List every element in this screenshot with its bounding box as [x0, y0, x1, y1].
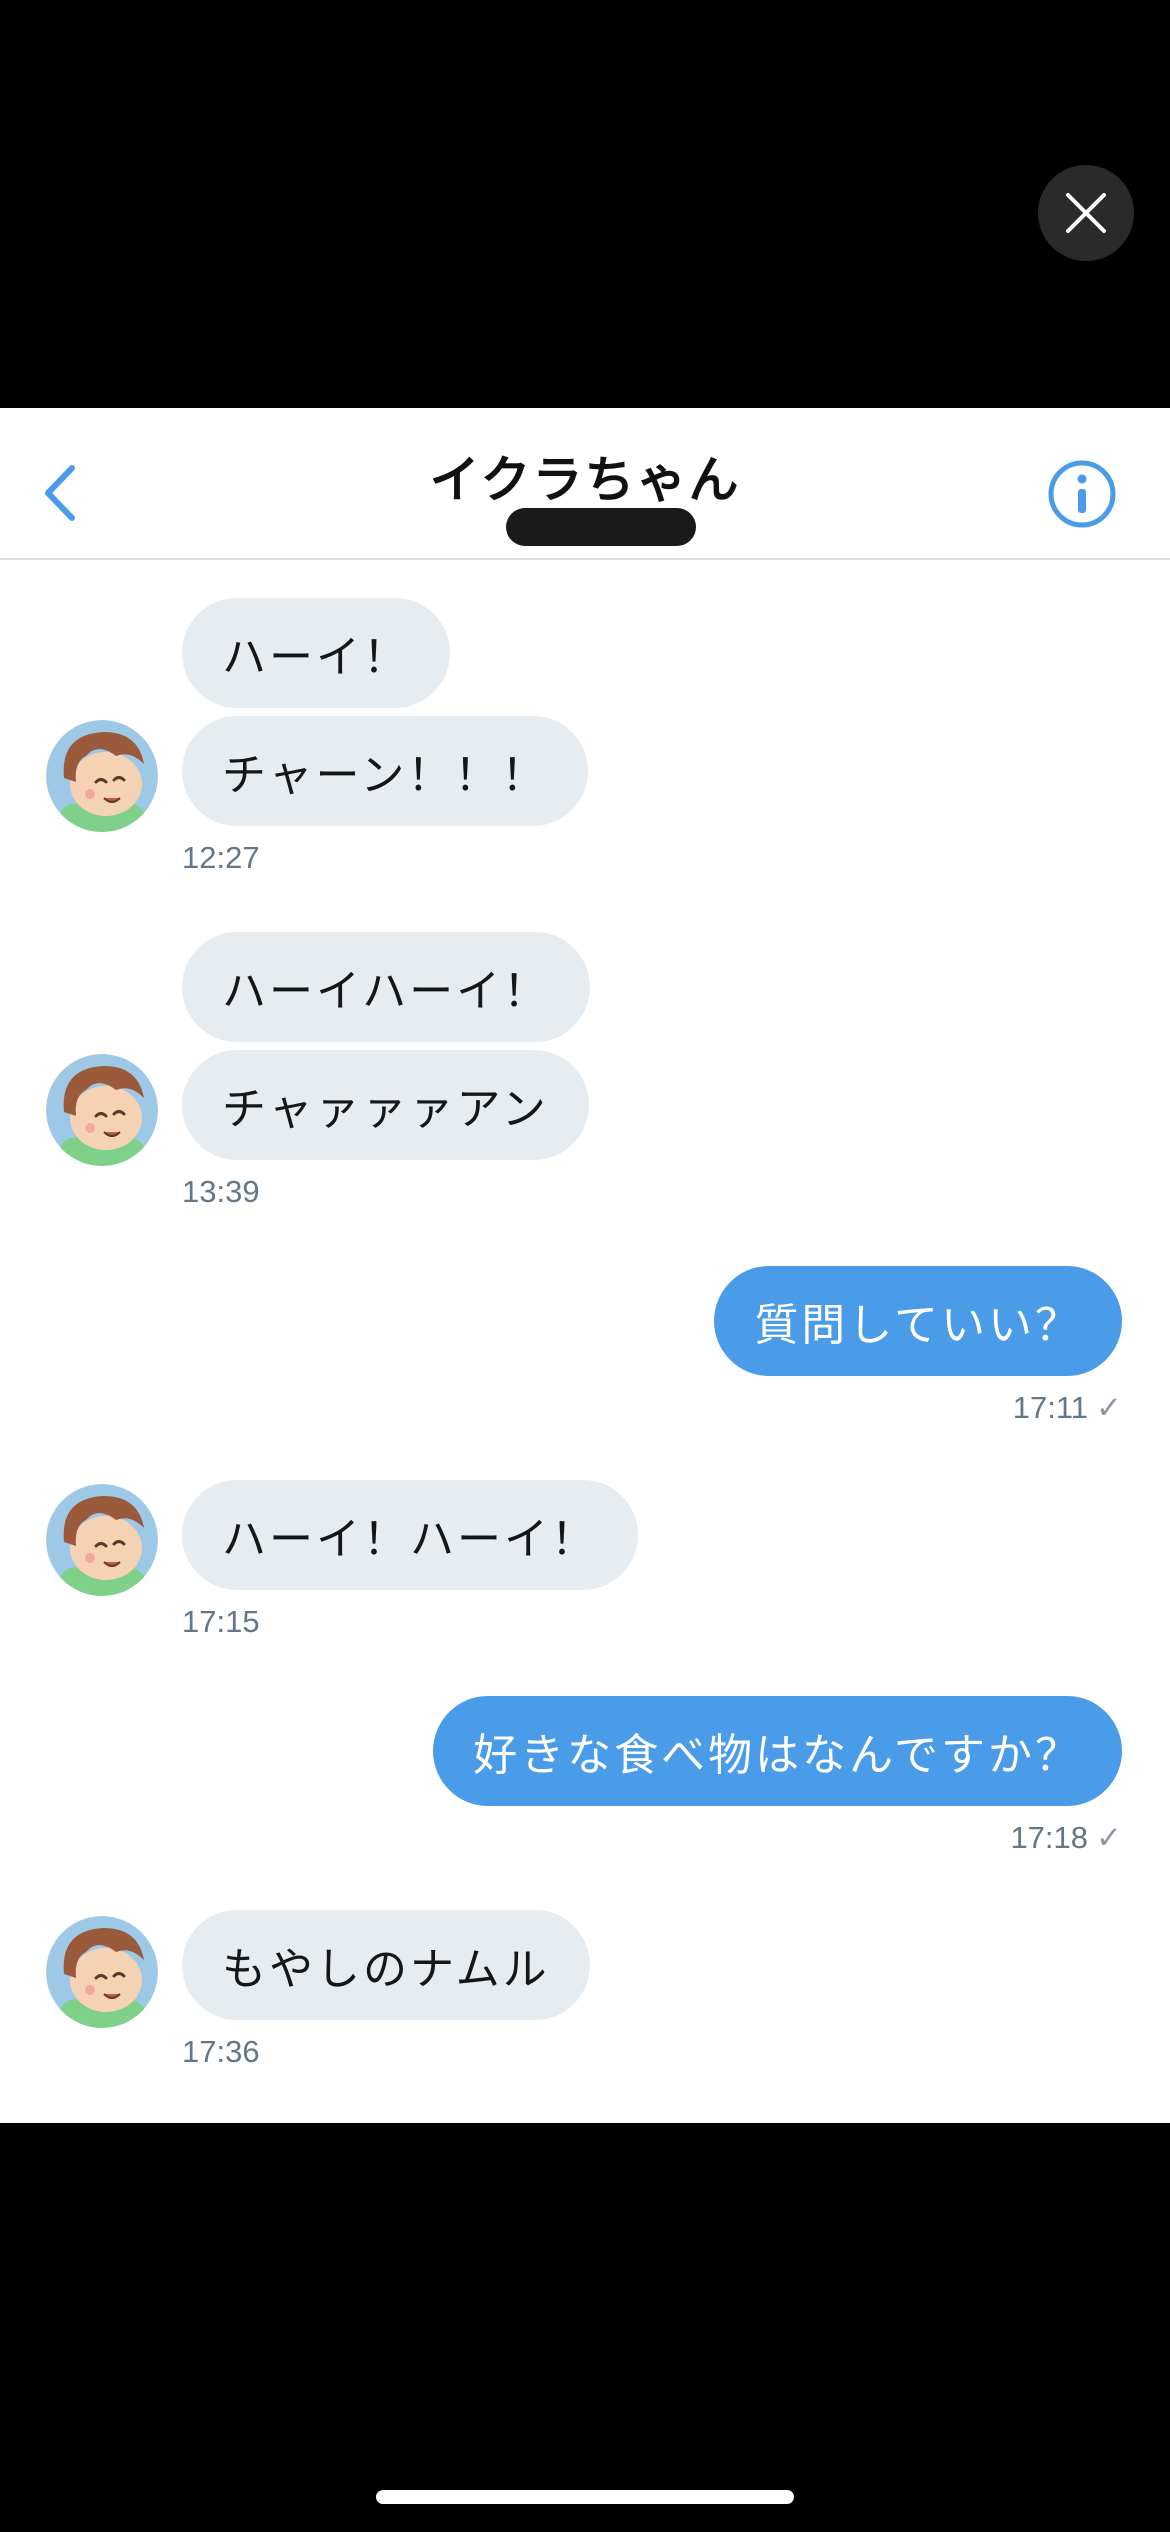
home-indicator[interactable]: [376, 2490, 794, 2504]
message-timestamp: 17:15: [182, 1604, 260, 1640]
avatar[interactable]: [46, 1054, 158, 1166]
image-viewer: イクラちゃん ハーイ！ チャーン！！！ 12:27 ハーイハーイ！ チャァァァアン: [0, 0, 1170, 2532]
outgoing-message-bubble[interactable]: 好きな食べ物はなんですか？: [433, 1696, 1122, 1806]
chat-header: イクラちゃん: [0, 408, 1170, 560]
timestamp-text: 12:27: [182, 840, 260, 875]
sent-check-icon: ✓: [1096, 1390, 1122, 1425]
avatar[interactable]: [46, 720, 158, 832]
message-timestamp: 12:27: [182, 840, 260, 876]
outgoing-message-bubble[interactable]: 質問していい？: [714, 1266, 1122, 1376]
incoming-message-bubble[interactable]: ハーイハーイ！: [182, 932, 591, 1042]
avatar[interactable]: [46, 1484, 158, 1596]
timestamp-text: 17:36: [182, 2034, 260, 2069]
message-timestamp: 17:36: [182, 2034, 260, 2070]
message-timestamp: 17:18 ✓: [1010, 1820, 1122, 1856]
incoming-message-bubble[interactable]: ハーイ！ハーイ！: [182, 1480, 638, 1590]
message-timestamp: 17:11 ✓: [1013, 1390, 1122, 1426]
incoming-message-bubble[interactable]: チャーン！！！: [182, 716, 589, 826]
message-timestamp: 13:39: [182, 1174, 260, 1210]
info-icon: [1048, 460, 1116, 528]
sent-check-icon: ✓: [1096, 1820, 1122, 1855]
incoming-message-bubble[interactable]: もやしのナムル: [182, 1910, 590, 2020]
timestamp-text: 17:15: [182, 1604, 260, 1639]
incoming-message-bubble[interactable]: チャァァァアン: [182, 1050, 589, 1160]
timestamp-text: 17:11: [1012, 1390, 1089, 1425]
close-icon: [1066, 193, 1106, 233]
info-button[interactable]: [1046, 458, 1118, 530]
avatar[interactable]: [46, 1916, 158, 2028]
timestamp-text: 13:39: [182, 1174, 260, 1209]
chat-screenshot: イクラちゃん ハーイ！ チャーン！！！ 12:27 ハーイハーイ！ チャァァァアン: [0, 408, 1170, 2123]
redacted-username: [506, 508, 696, 546]
close-button[interactable]: [1038, 165, 1134, 261]
chat-title: イクラちゃん: [429, 451, 741, 509]
incoming-message-bubble[interactable]: ハーイ！: [182, 598, 450, 708]
timestamp-text: 17:18: [1010, 1820, 1089, 1855]
